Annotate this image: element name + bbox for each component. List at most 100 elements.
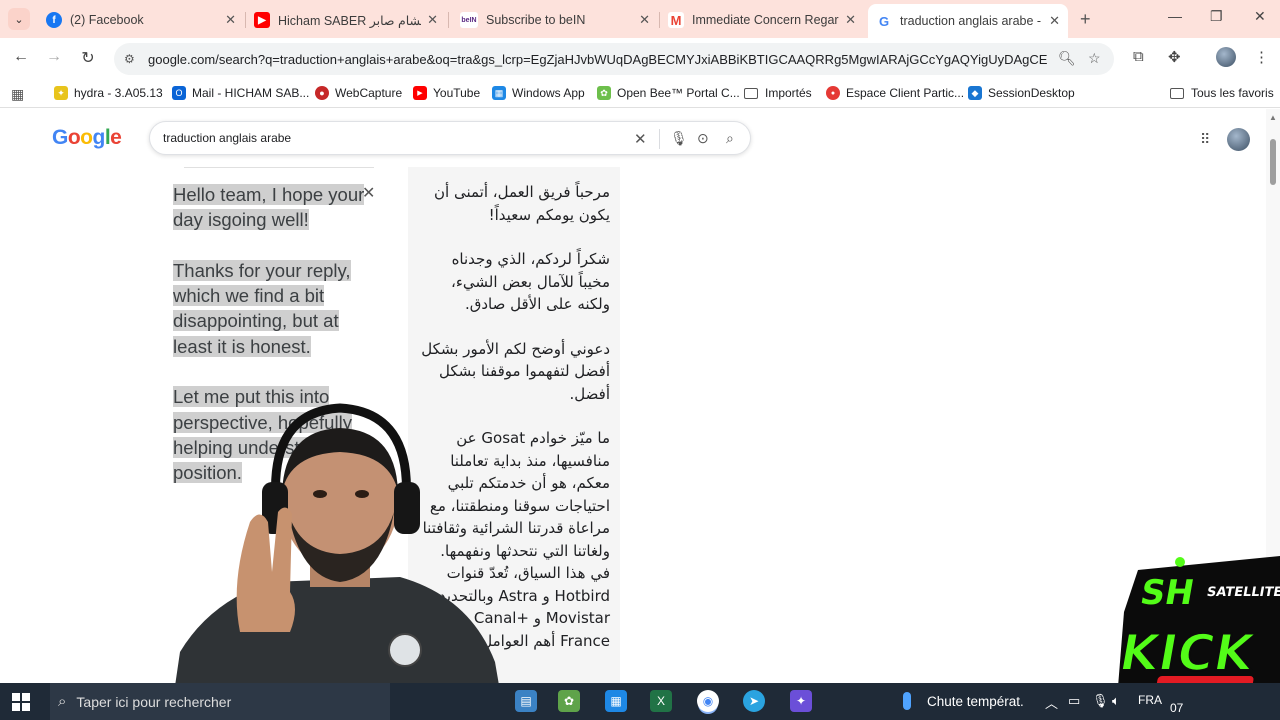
reload-icon[interactable]: ↻ [77, 48, 99, 68]
hydra-icon: ✦ [54, 86, 68, 100]
openbee-icon: ✿ [597, 86, 611, 100]
google-account-avatar[interactable] [1227, 128, 1250, 151]
facebook-icon: f [46, 12, 62, 28]
telegram-icon[interactable]: ➤ [743, 690, 765, 712]
tab-bein[interactable]: beIN Subscribe to beIN ✕ [452, 6, 658, 34]
bookmark-hydra[interactable]: ✦ hydra - 3.A05.13 [54, 86, 163, 100]
tab-close-icon[interactable]: ✕ [639, 12, 650, 28]
taskbar-app-icon[interactable]: ▤ [515, 690, 537, 712]
tray-chevron-up-icon[interactable]: ︿ [1045, 693, 1058, 712]
bookmark-youtube[interactable]: ▶ YouTube [413, 86, 480, 100]
windows-app-icon: ▦ [492, 86, 506, 100]
microphone-icon[interactable]: 🎙︎ [1092, 693, 1109, 709]
restore-icon[interactable]: ❐ [1210, 8, 1223, 25]
minimize-icon[interactable]: — [1168, 8, 1182, 24]
volume-icon[interactable]: 🔈︎ [1112, 693, 1120, 709]
outlook-icon: O [172, 86, 186, 100]
webcapture-icon: ● [315, 86, 329, 100]
thermometer-icon [903, 692, 911, 710]
search-query-input[interactable]: traduction anglais arabe [163, 131, 291, 145]
bookmark-openbee[interactable]: ✿ Open Bee™ Portal C... [597, 86, 740, 100]
site-info-icon[interactable]: ⚙ [124, 52, 140, 66]
back-arrow-icon[interactable]: ← [10, 48, 32, 66]
target-paragraph: دعوني أوضح لكم الأمور بشكل أفضل لتفهموا … [421, 339, 610, 403]
tab-close-icon[interactable]: ✕ [427, 12, 438, 28]
presenter-webcam-overlay [170, 403, 520, 720]
tab-youtube-channel[interactable]: ▶ Hicham SABER هشام صابر - ✕ [246, 6, 446, 34]
bookmark-label: Espace Client Partic... [846, 86, 965, 100]
tab-title: traduction anglais arabe - R [900, 14, 1044, 28]
tab-title: Immediate Concern Regardi [692, 13, 840, 27]
session-desktop-icon: ◆ [968, 86, 982, 100]
chrome-icon[interactable]: ◉ [697, 690, 719, 712]
bookmark-session-desktop[interactable]: ◆ SessionDesktop [968, 86, 1075, 100]
taskbar-clock[interactable]: 07 [1170, 701, 1183, 715]
scroll-thumb[interactable] [1270, 139, 1276, 185]
voice-search-mic-icon[interactable]: 🎙︎ [670, 130, 688, 147]
tab-google-search[interactable]: G traduction anglais arabe - R ✕ [868, 4, 1068, 38]
windows-start-icon[interactable] [12, 693, 30, 711]
bookmark-folder-importes[interactable]: Importés [744, 86, 812, 100]
youtube-icon: ▶ [254, 12, 270, 28]
excel-icon[interactable]: X [650, 690, 672, 712]
bein-icon: beIN [460, 12, 478, 28]
tab-facebook[interactable]: f (2) Facebook ✕ [38, 6, 244, 34]
target-paragraph: شكراً لردكم، الذي وجدناه مخيباً للآمال ب… [451, 250, 610, 313]
search-icon[interactable]: ⌕ [726, 130, 734, 147]
tab-close-icon[interactable]: ✕ [1049, 13, 1060, 29]
google-header: Google traduction anglais arabe ✕ 🎙︎ ⊙ ⌕… [0, 109, 1266, 167]
clear-search-icon[interactable]: ✕ [634, 130, 647, 148]
zoom-search-icon[interactable]: 🔍︎ [1058, 50, 1076, 67]
address-url[interactable]: google.com/search?q=traduction+anglais+a… [148, 52, 1048, 67]
search-divider [659, 129, 660, 149]
scroll-up-arrow-icon[interactable]: ▲ [1269, 113, 1277, 122]
screen-share-icon[interactable]: ⧉ [1133, 48, 1144, 65]
taskbar-search-box[interactable]: ⌕ Taper ici pour rechercher [50, 683, 390, 720]
bookmark-all-favorites[interactable]: Tous les favoris [1170, 86, 1274, 100]
tab-close-icon[interactable]: ✕ [225, 12, 236, 28]
bookmark-label: Open Bee™ Portal C... [617, 86, 740, 100]
bookmark-star-icon[interactable]: ☆ [1088, 50, 1101, 67]
bookmark-label: SessionDesktop [988, 86, 1075, 100]
google-logo[interactable]: Google [52, 126, 122, 150]
profile-avatar[interactable] [1216, 47, 1236, 67]
logo-satellite-text: SATELLITE [1206, 585, 1280, 600]
folder-icon [744, 87, 758, 99]
forward-arrow-icon[interactable]: → [43, 48, 65, 66]
google-apps-icon[interactable]: ⠿ [1200, 131, 1210, 148]
taskbar-app-icon[interactable]: ✦ [790, 690, 812, 712]
search-icon: ⌕ [58, 693, 67, 710]
menu-kebab-icon[interactable]: ⋮ [1254, 48, 1269, 66]
clear-source-icon[interactable]: ✕ [362, 183, 375, 203]
taskbar-app-icon[interactable]: ✿ [558, 690, 580, 712]
extensions-icon[interactable]: ✥ [1168, 48, 1181, 66]
apps-grid-icon[interactable]: ▦ [11, 86, 24, 103]
tab-search-chevron-icon[interactable]: ⌄ [8, 8, 30, 30]
bookmarks-bar: ▦ ✦ hydra - 3.A05.13 O Mail - HICHAM SAB..… [0, 80, 1280, 108]
bookmark-windows-app[interactable]: ▦ Windows App [492, 86, 585, 100]
window-close-icon[interactable]: ✕ [1254, 8, 1266, 25]
google-icon: G [876, 13, 892, 29]
address-bar[interactable]: ⚙ google.com/search?q=traduction+anglais… [114, 43, 1114, 75]
bookmark-webcapture[interactable]: ● WebCapture [315, 86, 402, 100]
network-icon[interactable]: ▭ [1068, 693, 1080, 709]
source-paragraph: Thanks for your reply, which we find a b… [173, 259, 351, 357]
google-search-box[interactable]: traduction anglais arabe ✕ 🎙︎ ⊙ ⌕ [149, 121, 751, 155]
tab-close-icon[interactable]: ✕ [845, 12, 856, 28]
bookmark-label: Windows App [512, 86, 585, 100]
logo-kick-text: KICK [1115, 623, 1260, 682]
weather-widget[interactable]: Chute températ. [903, 692, 1024, 710]
bookmark-espace-client[interactable]: ● Espace Client Partic... [826, 86, 964, 100]
language-indicator[interactable]: FRA [1138, 693, 1162, 707]
hoodie-badge [388, 633, 422, 667]
bookmark-mail[interactable]: O Mail - HICHAM SAB... [172, 86, 309, 100]
new-tab-plus-icon[interactable]: + [1080, 9, 1091, 30]
lens-search-icon[interactable]: ⊙ [697, 130, 709, 147]
tab-title: Hicham SABER هشام صابر - [278, 13, 421, 28]
folder-icon [1170, 87, 1184, 99]
pane-top-border [184, 167, 374, 168]
source-paragraph: Hello team, I hope your day isgoing well… [173, 184, 365, 231]
target-paragraph: مرحباً فريق العمل، أتمنى أن يكون يومكم س… [434, 183, 610, 224]
calculator-icon[interactable]: ▦ [605, 690, 627, 712]
tab-gmail[interactable]: M Immediate Concern Regardi ✕ [660, 6, 864, 34]
